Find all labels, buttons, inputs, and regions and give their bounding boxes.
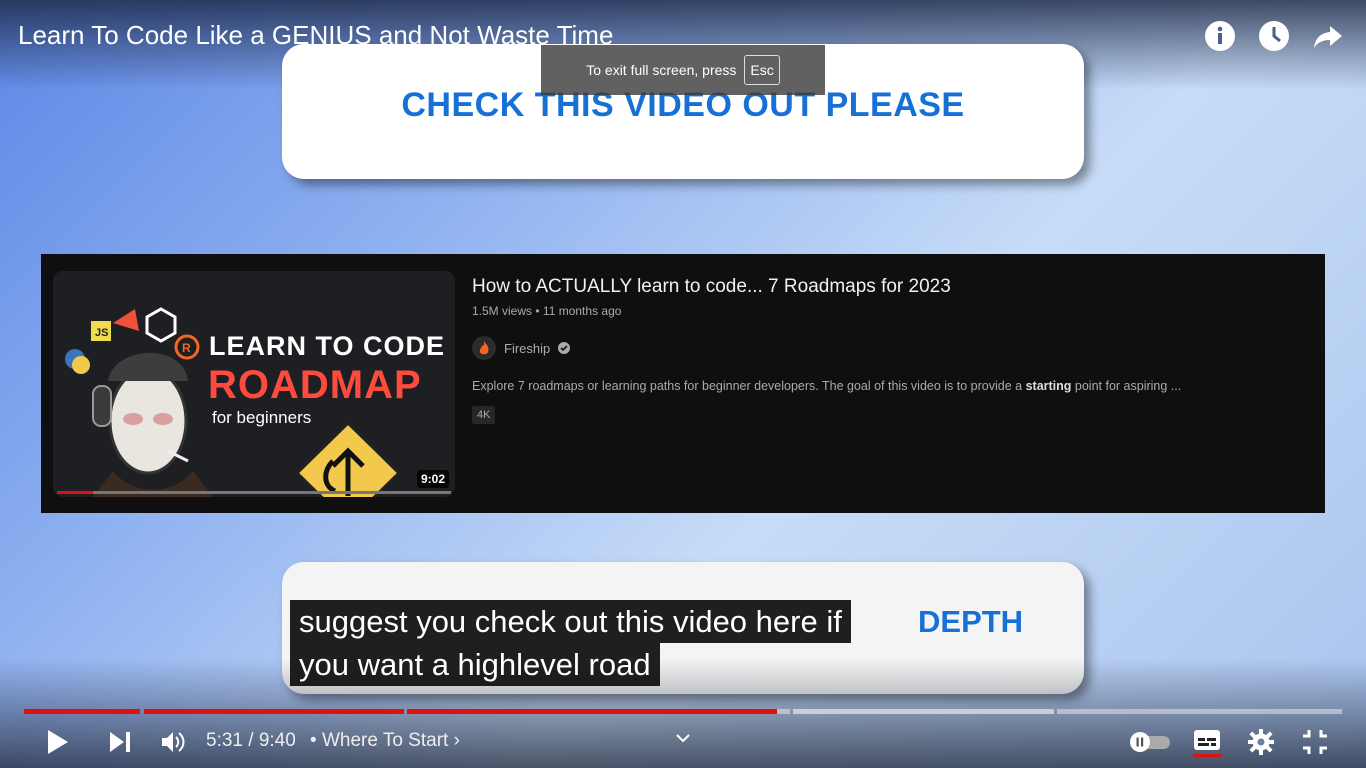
info-icon[interactable] [1204, 18, 1236, 54]
time-display: 5:31 / 9:40 [206, 730, 296, 752]
fullscreen-exit-toast: To exit full screen, press Esc [541, 45, 825, 95]
thumbnail-line-3: for beginners [212, 408, 312, 427]
chapter-title: Where To Start [321, 730, 449, 751]
chapter-segment [24, 709, 140, 714]
js-logo-text: JS [95, 327, 108, 339]
volume-icon[interactable] [160, 722, 186, 762]
chapter-segment-current [407, 709, 777, 714]
autoplay-toggle[interactable] [1128, 722, 1172, 762]
meta-separator: • [535, 304, 540, 318]
views-count: 1.5M views [472, 304, 533, 318]
settings-gear-icon[interactable] [1248, 722, 1274, 762]
toast-text: To exit full screen, press [586, 62, 737, 78]
subtitles-icon[interactable] [1193, 722, 1221, 762]
chapter-segment [144, 709, 404, 714]
chapter-title-button[interactable]: • Where To Start › [310, 730, 460, 752]
recommended-video-description: Explore 7 roadmaps or learning paths for… [472, 379, 1182, 393]
rust-logo-text: R [182, 341, 191, 355]
thumbnail-watch-progress [57, 491, 451, 494]
play-button[interactable] [46, 722, 70, 762]
video-title[interactable]: Learn To Code Like a GENIUS and Not Wast… [18, 20, 613, 51]
caption-window[interactable]: suggest you check out this video here if… [290, 600, 906, 686]
channel-name: Fireship [504, 340, 551, 356]
chapter-segment [793, 709, 1054, 714]
caption-line: you want a highlevel road [290, 643, 660, 686]
progress-bar[interactable] [24, 709, 1342, 714]
chapter-segment [1057, 709, 1342, 714]
channel-row: Fireship [472, 336, 571, 360]
fire-icon [472, 336, 496, 360]
top-icons [1204, 18, 1344, 54]
caption-line: suggest you check out this video here if [290, 600, 851, 643]
thumbnail-line-2: ROADMAP [208, 363, 422, 407]
verified-icon [558, 342, 571, 354]
chapter-arrow: › [453, 730, 460, 751]
video-thumbnail: JS R LEARN TO CODE ROADMAP for beginners… [53, 271, 455, 497]
current-time: 5:31 [206, 730, 243, 751]
player-controls [0, 722, 1366, 762]
next-button[interactable] [108, 722, 132, 762]
chapter-segment-remainder [777, 709, 790, 714]
bottom-banner-text: DEPTH [918, 604, 1024, 639]
upload-age: 11 months ago [542, 304, 622, 318]
recommended-video-meta: 1.5M views • 11 months ago [472, 304, 621, 318]
share-icon[interactable] [1312, 18, 1344, 54]
recommended-video-title: How to ACTUALLY learn to code... 7 Roadm… [472, 276, 951, 297]
resolution-badge: 4K [472, 406, 496, 424]
thumbnail-duration: 9:02 [416, 470, 449, 488]
time-separator: / [248, 730, 254, 751]
total-time: 9:40 [258, 730, 296, 751]
exit-fullscreen-icon[interactable] [1302, 722, 1328, 762]
chapter-bullet: • [310, 730, 317, 751]
esc-key: Esc [744, 55, 780, 85]
thumbnail-line-1: LEARN TO CODE [209, 331, 446, 361]
watch-later-icon[interactable] [1258, 18, 1290, 54]
recommended-video-card: JS R LEARN TO CODE ROADMAP for beginners… [41, 254, 1325, 513]
